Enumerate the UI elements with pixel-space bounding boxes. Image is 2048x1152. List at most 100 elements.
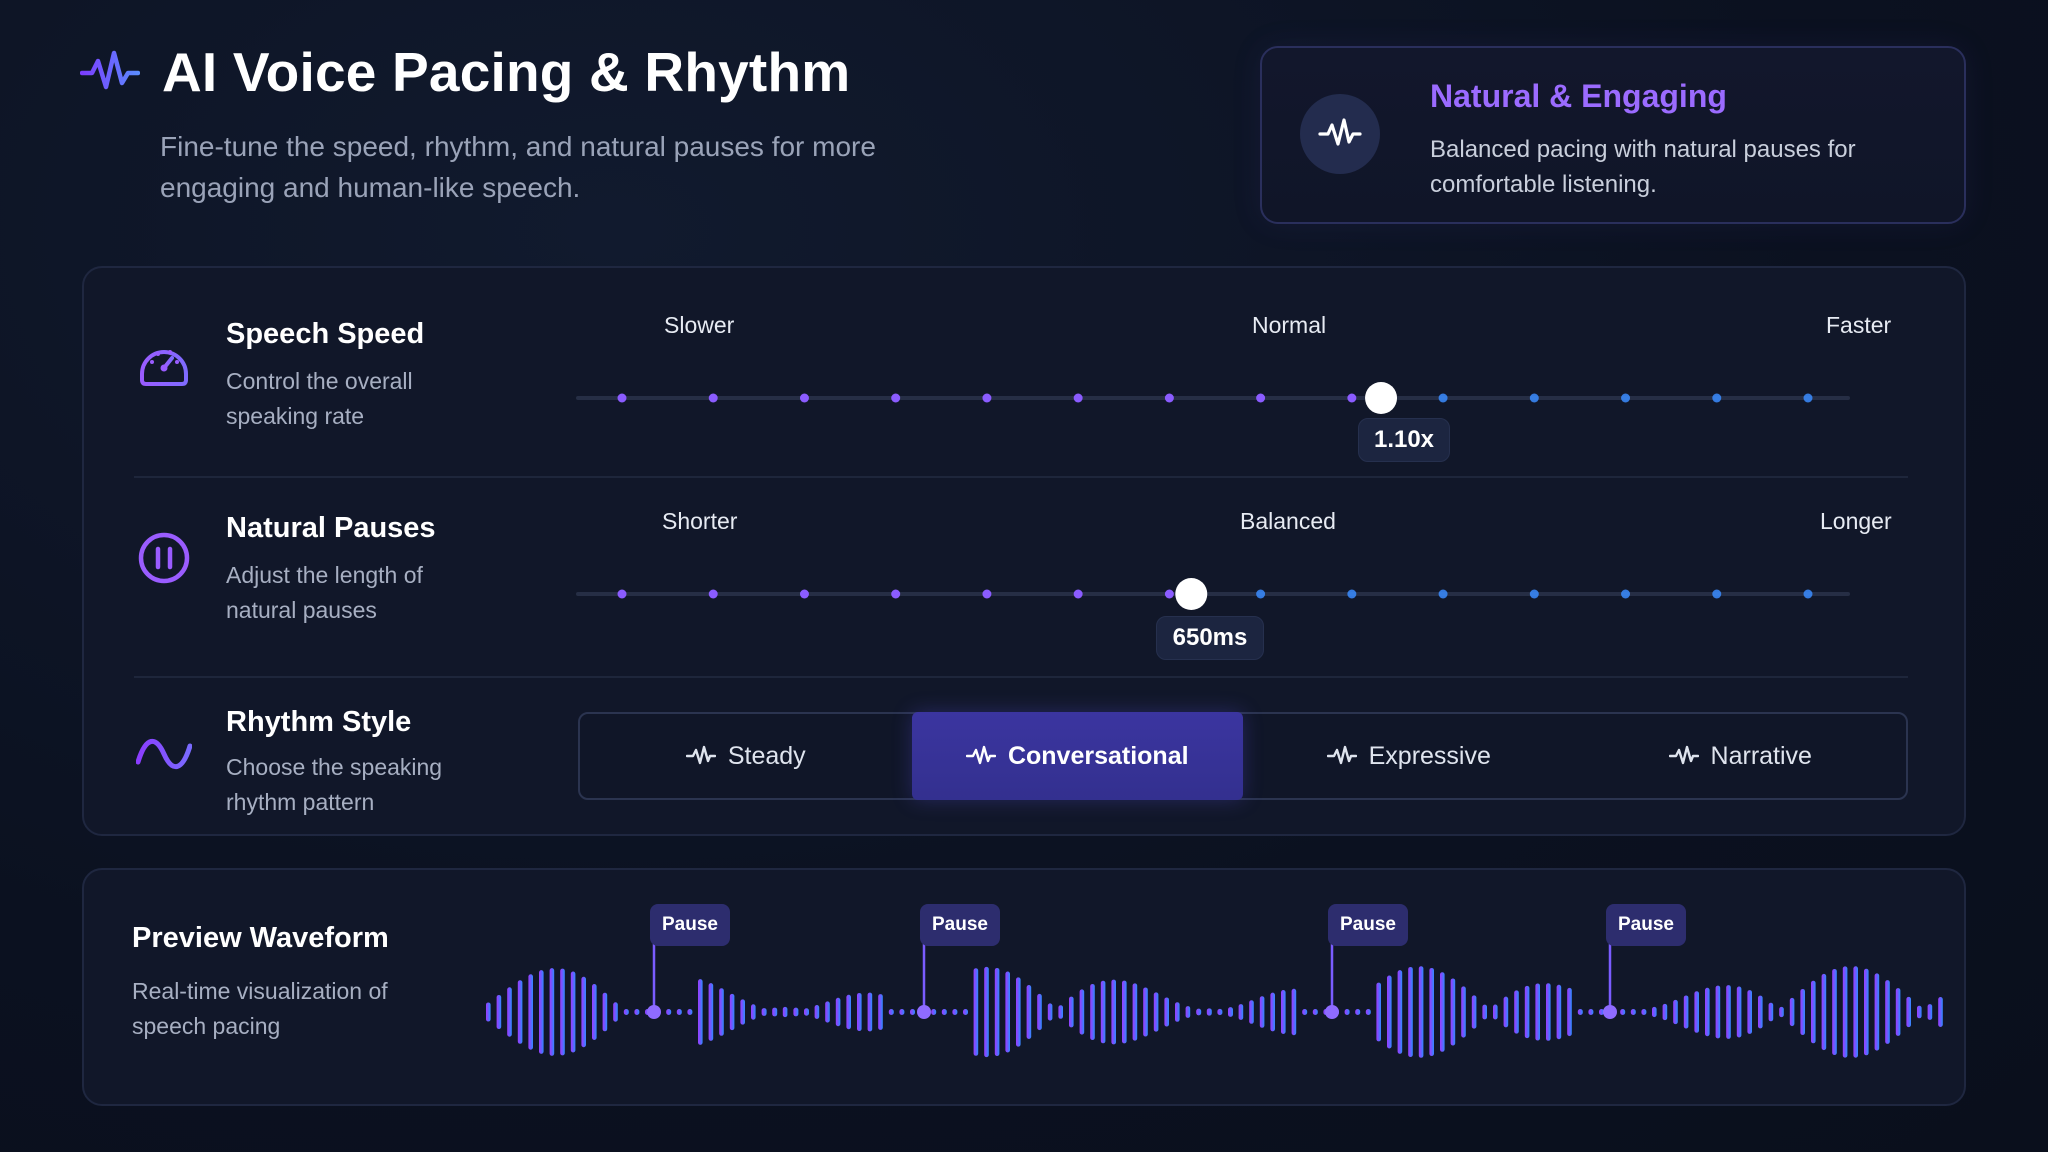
speed-tick bbox=[891, 393, 901, 403]
waveform-bar bbox=[1175, 1002, 1180, 1022]
waveform-bar bbox=[1726, 985, 1731, 1039]
waveform-bar bbox=[1387, 975, 1392, 1049]
waveform-bar bbox=[549, 968, 555, 1056]
waveform-bar bbox=[634, 1009, 640, 1015]
waveform-bar bbox=[1906, 996, 1911, 1028]
waveform-bar bbox=[1270, 992, 1275, 1032]
speech-speed-track[interactable] bbox=[576, 378, 1934, 418]
waveform-bar bbox=[1662, 1003, 1668, 1021]
waveform-bar bbox=[751, 1004, 756, 1020]
waveform-bar bbox=[1694, 991, 1699, 1033]
waveform-bar bbox=[486, 1002, 491, 1022]
waveform-bar bbox=[676, 1009, 682, 1015]
pause-tick bbox=[1256, 589, 1266, 599]
waveform-bar bbox=[825, 1001, 830, 1023]
waveform-bar bbox=[1281, 990, 1286, 1034]
pause-marker-4: Pause bbox=[1606, 904, 1686, 946]
waveform-bar bbox=[1026, 985, 1032, 1039]
rhythm-option-expressive[interactable]: Expressive bbox=[1243, 714, 1575, 798]
speed-tick bbox=[1073, 393, 1083, 403]
waveform-bar bbox=[1397, 970, 1403, 1054]
natural-pauses-title: Natural Pauses bbox=[226, 512, 436, 544]
rhythm-option-conversational[interactable]: Conversational bbox=[911, 712, 1243, 800]
natural-pauses-track[interactable] bbox=[576, 574, 1934, 614]
pause-label-min: Shorter bbox=[662, 508, 738, 534]
waveform-bar bbox=[517, 980, 523, 1044]
waveform-bar bbox=[1482, 1004, 1487, 1020]
waveform-bar bbox=[1471, 995, 1477, 1029]
waveform-bar bbox=[1821, 973, 1827, 1051]
waveform-bar bbox=[1100, 980, 1106, 1044]
waveform-bar bbox=[1938, 997, 1943, 1027]
waveform-bar bbox=[613, 1002, 618, 1022]
waveform-bar bbox=[729, 993, 735, 1031]
waveform-bar bbox=[1206, 1008, 1212, 1016]
speech-speed-title: Speech Speed bbox=[226, 318, 425, 350]
waveform-bar bbox=[867, 992, 873, 1032]
waveform-bar bbox=[804, 1008, 809, 1016]
waveform-bar bbox=[1736, 986, 1742, 1038]
waveform-bar bbox=[846, 994, 851, 1030]
speed-tick bbox=[799, 393, 809, 403]
pause-tick bbox=[1529, 589, 1539, 599]
waveform-bar bbox=[1758, 995, 1763, 1029]
waveform-bar bbox=[952, 1009, 958, 1015]
rhythm-option-label: Conversational bbox=[1007, 741, 1189, 770]
waveform-bar bbox=[1567, 987, 1572, 1037]
waveform-bar bbox=[1440, 972, 1445, 1052]
pause-thumb bbox=[1175, 578, 1208, 610]
pacing-controls-panel: Speech Speed Control the overall speakin… bbox=[82, 266, 1966, 836]
waveform-bar bbox=[1503, 996, 1509, 1028]
waveform-bar bbox=[740, 999, 745, 1025]
waveform-bar bbox=[1546, 983, 1551, 1041]
rhythm-option-steady[interactable]: Steady bbox=[580, 714, 912, 798]
waveform-bar bbox=[973, 968, 979, 1056]
pause-marker-dot bbox=[1603, 1005, 1617, 1019]
pause-label-max: Longer bbox=[1820, 508, 1892, 534]
waveform-bar bbox=[602, 992, 608, 1032]
waveform-bar bbox=[1811, 980, 1816, 1044]
waveform-bar bbox=[1090, 983, 1095, 1041]
preset-title: Natural & Engaging bbox=[1430, 78, 1727, 114]
waveform-pulse-icon bbox=[1326, 745, 1357, 765]
natural-pauses-row: Natural Pauses Adjust the length of natu… bbox=[84, 478, 1964, 678]
waveform-bar bbox=[581, 976, 586, 1048]
speed-tick bbox=[1712, 393, 1722, 403]
waveform-bar bbox=[963, 1009, 968, 1015]
waveform-pulse-icon bbox=[1300, 94, 1380, 174]
natural-pauses-slider[interactable] bbox=[576, 574, 1934, 614]
waveform-bar bbox=[560, 968, 565, 1056]
speech-speed-slider[interactable] bbox=[576, 378, 1934, 418]
speed-tick bbox=[1438, 393, 1448, 403]
waveform-bar bbox=[1143, 987, 1148, 1037]
preview-waveform-panel: Preview Waveform Real-time visualization… bbox=[82, 868, 1966, 1106]
speed-tick bbox=[1347, 393, 1357, 403]
waveform-bar bbox=[496, 994, 502, 1030]
waveform-bar bbox=[1153, 992, 1159, 1032]
rhythm-option-narrative[interactable]: Narrative bbox=[1575, 714, 1907, 798]
waveform-bar bbox=[1620, 1009, 1626, 1015]
waveform-pulse-icon bbox=[80, 47, 140, 97]
waveform-bar bbox=[888, 1009, 894, 1015]
waveform-bar bbox=[666, 1009, 672, 1015]
waveform-bar bbox=[528, 974, 533, 1050]
waveform-bar bbox=[1365, 1009, 1371, 1015]
waveform-bar bbox=[1747, 990, 1752, 1034]
preview-title: Preview Waveform bbox=[132, 922, 389, 954]
pause-tick bbox=[1621, 589, 1631, 599]
waveform-bar bbox=[1874, 973, 1880, 1051]
waveform-bar bbox=[1302, 1009, 1308, 1015]
pause-marker-dot bbox=[1325, 1005, 1339, 1019]
rhythm-option-label: Narrative bbox=[1710, 741, 1812, 770]
waveform-bar bbox=[1524, 985, 1530, 1039]
waveform-bar bbox=[1016, 977, 1021, 1047]
waveform-bar bbox=[1069, 996, 1074, 1028]
waveform-bar bbox=[1895, 988, 1901, 1036]
waveform-bar bbox=[1312, 1009, 1318, 1015]
waveform-bar bbox=[507, 987, 512, 1037]
waveform-bar bbox=[1344, 1009, 1350, 1015]
waveform-bar bbox=[782, 1006, 788, 1018]
rhythm-style-selector[interactable]: Steady Conversational Expressive Narrati… bbox=[578, 712, 1908, 800]
pause-tick bbox=[1803, 589, 1813, 599]
waveform-bar bbox=[592, 984, 597, 1040]
